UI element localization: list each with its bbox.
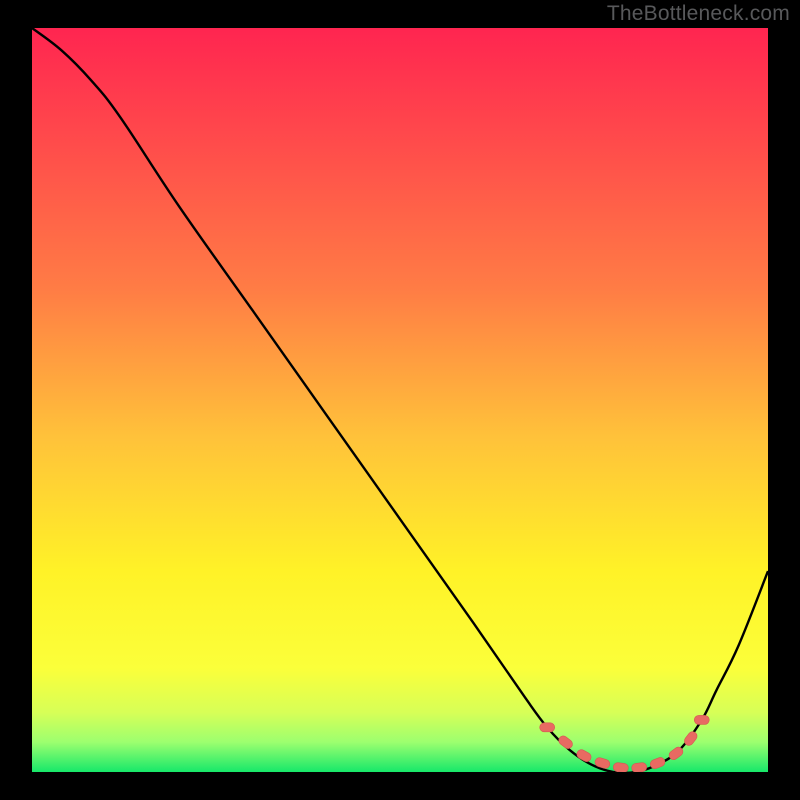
optimal-marker [540, 723, 555, 732]
chart-stage: TheBottleneck.com [0, 0, 800, 800]
watermark-text: TheBottleneck.com [607, 2, 790, 26]
bottleneck-chart [0, 0, 800, 800]
optimal-marker [694, 715, 709, 724]
plot-area [32, 28, 768, 772]
